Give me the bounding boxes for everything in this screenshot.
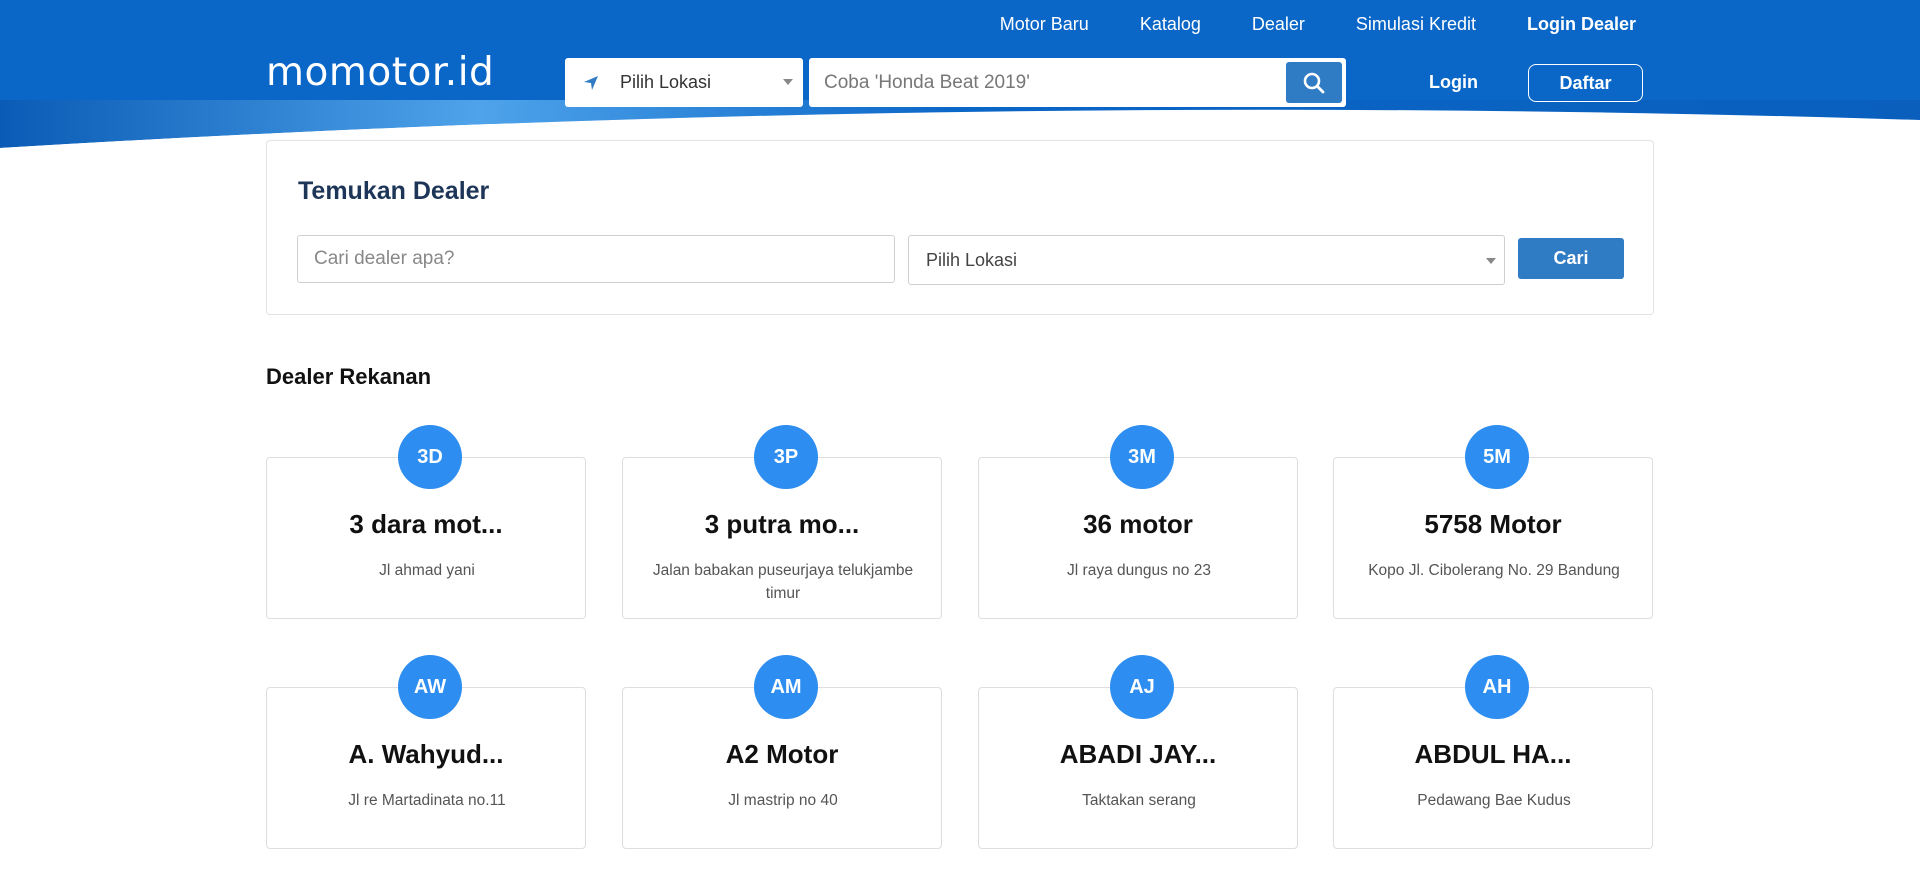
dealer-name: 3 putra mo... bbox=[704, 509, 860, 539]
dealer-avatar: 3D bbox=[398, 425, 462, 489]
dealer-name: A. Wahyud... bbox=[348, 739, 504, 769]
dealer-avatar: 5M bbox=[1465, 425, 1529, 489]
register-button[interactable]: Daftar bbox=[1528, 64, 1643, 102]
find-dealer-card: Temukan Dealer Pilih Lokasi Cari bbox=[266, 140, 1654, 315]
header-location-select[interactable]: Pilih Lokasi bbox=[565, 58, 803, 107]
find-dealer-title: Temukan Dealer bbox=[298, 177, 490, 205]
dealer-card[interactable]: AW A. Wahyud... Jl re Martadinata no.11 bbox=[266, 655, 586, 849]
logo[interactable]: momotor.id bbox=[266, 53, 494, 92]
nav-motor-baru[interactable]: Motor Baru bbox=[1000, 14, 1089, 35]
search-icon bbox=[1303, 72, 1325, 93]
dealer-address: Jl raya dungus no 23 bbox=[1067, 562, 1211, 579]
dealer-avatar: 3P bbox=[754, 425, 818, 489]
dealer-card[interactable]: 5M 5758 Motor Kopo Jl. Cibolerang No. 29… bbox=[1333, 425, 1653, 619]
dealer-name: 3 dara mot... bbox=[349, 509, 503, 539]
dealer-card[interactable]: 3M 36 motor Jl raya dungus no 23 bbox=[978, 425, 1298, 619]
dealer-address: Jalan babakan puseurjaya telukjambe timu… bbox=[652, 562, 914, 602]
dealer-card[interactable]: AJ ABADI JAY... Taktakan serang bbox=[978, 655, 1298, 849]
dealer-name: A2 Motor bbox=[725, 739, 839, 769]
dealer-name: ABDUL HA... bbox=[1414, 739, 1572, 769]
dealer-address: Kopo Jl. Cibolerang No. 29 Bandung bbox=[1368, 562, 1620, 579]
dealer-avatar: AJ bbox=[1110, 655, 1174, 719]
chevron-down-icon bbox=[1486, 258, 1496, 264]
dealer-search-button[interactable]: Cari bbox=[1518, 238, 1624, 279]
dealer-card[interactable]: 3P 3 putra mo... Jalan babakan puseurjay… bbox=[622, 425, 942, 619]
dealer-name: 36 motor bbox=[1083, 509, 1193, 539]
dealer-section-title: Dealer Rekanan bbox=[266, 364, 432, 389]
dealer-name: ABADI JAY... bbox=[1059, 739, 1217, 769]
dealer-address: Jl re Martadinata no.11 bbox=[348, 792, 506, 809]
dealer-search-input[interactable] bbox=[297, 235, 895, 283]
login-link[interactable]: Login bbox=[1429, 72, 1478, 93]
dealer-location-select[interactable]: Pilih Lokasi bbox=[908, 235, 1505, 285]
dealer-avatar: AW bbox=[398, 655, 462, 719]
header-location-value: Pilih Lokasi bbox=[620, 72, 712, 92]
location-arrow-icon bbox=[584, 75, 598, 90]
header-search-box bbox=[809, 58, 1346, 107]
nav-katalog[interactable]: Katalog bbox=[1140, 14, 1201, 35]
nav-login-dealer[interactable]: Login Dealer bbox=[1527, 14, 1636, 35]
nav-simulasi-kredit[interactable]: Simulasi Kredit bbox=[1356, 14, 1476, 35]
dealer-address: Pedawang Bae Kudus bbox=[1417, 792, 1571, 809]
nav-dealer[interactable]: Dealer bbox=[1252, 14, 1305, 35]
dealer-avatar: AM bbox=[754, 655, 818, 719]
dealer-card[interactable]: AM A2 Motor Jl mastrip no 40 bbox=[622, 655, 942, 849]
dealer-card[interactable]: AH ABDUL HA... Pedawang Bae Kudus bbox=[1333, 655, 1653, 849]
dealer-name: 5758 Motor bbox=[1424, 509, 1562, 539]
top-navigation: Motor Baru Katalog Dealer Simulasi Kredi… bbox=[1000, 14, 1636, 35]
dealer-location-value: Pilih Lokasi bbox=[926, 249, 1018, 270]
dealer-avatar: AH bbox=[1465, 655, 1529, 719]
chevron-down-icon bbox=[783, 79, 793, 85]
header-search-button[interactable] bbox=[1286, 62, 1342, 103]
dealer-address: Jl mastrip no 40 bbox=[728, 792, 838, 809]
dealer-avatar: 3M bbox=[1110, 425, 1174, 489]
dealer-address: Jl ahmad yani bbox=[379, 562, 475, 579]
dealer-card[interactable]: 3D 3 dara mot... Jl ahmad yani bbox=[266, 425, 586, 619]
dealer-address: Taktakan serang bbox=[1082, 792, 1196, 809]
header-search-input[interactable] bbox=[809, 60, 1279, 105]
